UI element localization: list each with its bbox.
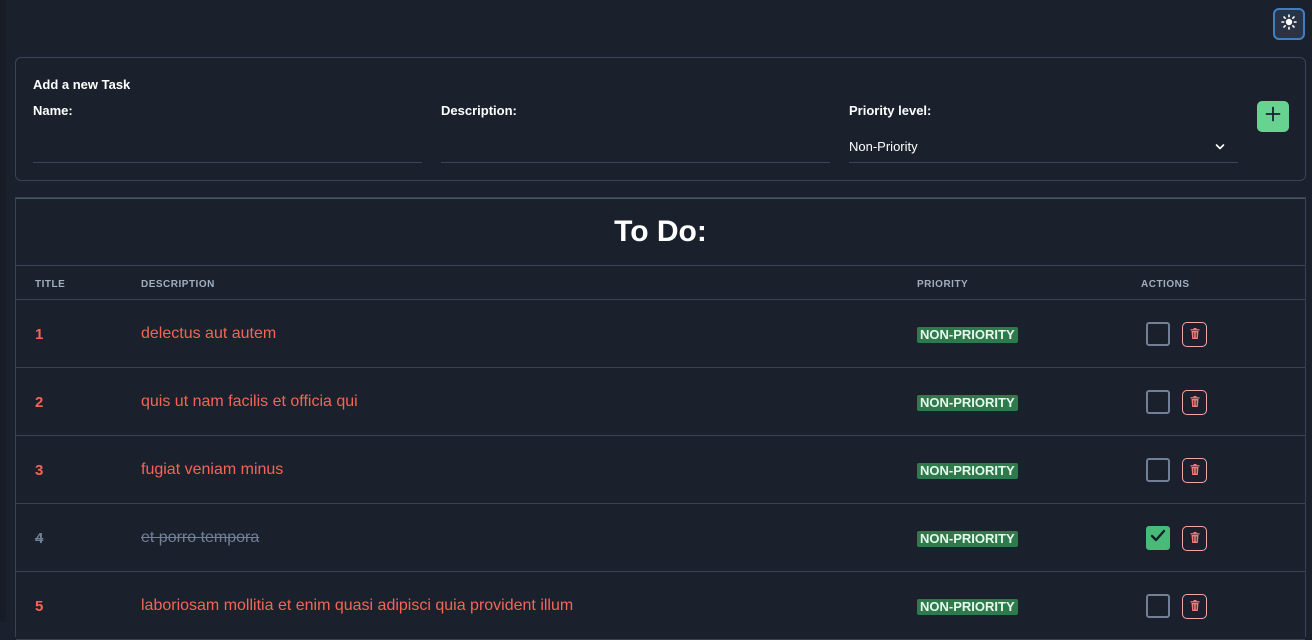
trash-icon (1190, 598, 1200, 616)
name-underline (33, 162, 422, 163)
name-label: Name: (33, 103, 73, 118)
complete-checkbox[interactable] (1146, 526, 1170, 550)
task-title: 4 (35, 530, 44, 547)
form-title: Add a new Task (33, 77, 131, 92)
task-title: 1 (35, 326, 44, 343)
task-title: 3 (35, 462, 44, 479)
priority-badge: NON-PRIORITY (917, 327, 1018, 343)
table-title: To Do: (16, 198, 1305, 266)
task-description: et porro tempora (141, 529, 260, 546)
column-header-title: TITLE (35, 279, 66, 290)
priority-badge: NON-PRIORITY (917, 395, 1018, 411)
trash-icon (1190, 326, 1200, 344)
table-row: 4 et porro tempora NON-PRIORITY (16, 504, 1305, 572)
table-row: 3 fugiat veniam minus NON-PRIORITY (16, 436, 1305, 504)
description-label: Description: (441, 103, 517, 118)
priority-badge: NON-PRIORITY (917, 531, 1018, 547)
column-header-priority: PRIORITY (917, 279, 969, 290)
column-header-actions: ACTIONS (1141, 279, 1190, 290)
priority-badge: NON-PRIORITY (917, 463, 1018, 479)
complete-checkbox[interactable] (1146, 322, 1170, 346)
table-row: 1 delectus aut autem NON-PRIORITY (16, 300, 1305, 368)
plus-icon (1265, 106, 1281, 127)
name-input[interactable] (33, 130, 421, 160)
delete-button[interactable] (1182, 594, 1207, 619)
complete-checkbox[interactable] (1146, 458, 1170, 482)
sun-icon (1281, 13, 1297, 35)
description-underline (441, 162, 830, 163)
todo-table: To Do: TITLE DESCRIPTION PRIORITY ACTION… (15, 197, 1306, 640)
delete-button[interactable] (1182, 390, 1207, 415)
task-description: laboriosam mollitia et enim quasi adipis… (141, 597, 574, 614)
checkmark-icon (1150, 529, 1166, 548)
add-task-button[interactable] (1257, 101, 1289, 132)
trash-icon (1190, 394, 1200, 412)
complete-checkbox[interactable] (1146, 390, 1170, 414)
left-edge-strip (0, 0, 6, 622)
priority-underline (849, 162, 1238, 163)
delete-button[interactable] (1182, 458, 1207, 483)
description-input[interactable] (441, 130, 829, 160)
table-row: 5 laboriosam mollitia et enim quasi adip… (16, 572, 1305, 640)
add-task-form: Add a new Task Name: Description: Priori… (15, 57, 1306, 181)
priority-label: Priority level: (849, 103, 932, 118)
column-header-description: DESCRIPTION (141, 279, 215, 290)
table-row: 2 quis ut nam facilis et officia qui NON… (16, 368, 1305, 436)
task-title: 5 (35, 598, 44, 615)
priority-selected-value: Non-Priority (849, 138, 918, 154)
task-description: quis ut nam facilis et officia qui (141, 393, 358, 410)
task-title: 2 (35, 394, 44, 411)
trash-icon (1190, 462, 1200, 480)
theme-toggle-button[interactable] (1273, 8, 1305, 40)
delete-button[interactable] (1182, 526, 1207, 551)
priority-badge: NON-PRIORITY (917, 599, 1018, 615)
complete-checkbox[interactable] (1146, 594, 1170, 618)
delete-button[interactable] (1182, 322, 1207, 347)
chevron-down-icon (1215, 139, 1225, 154)
task-description: delectus aut autem (141, 325, 277, 342)
priority-select[interactable]: Non-Priority (849, 130, 1237, 162)
trash-icon (1190, 530, 1200, 548)
task-description: fugiat veniam minus (141, 461, 284, 478)
